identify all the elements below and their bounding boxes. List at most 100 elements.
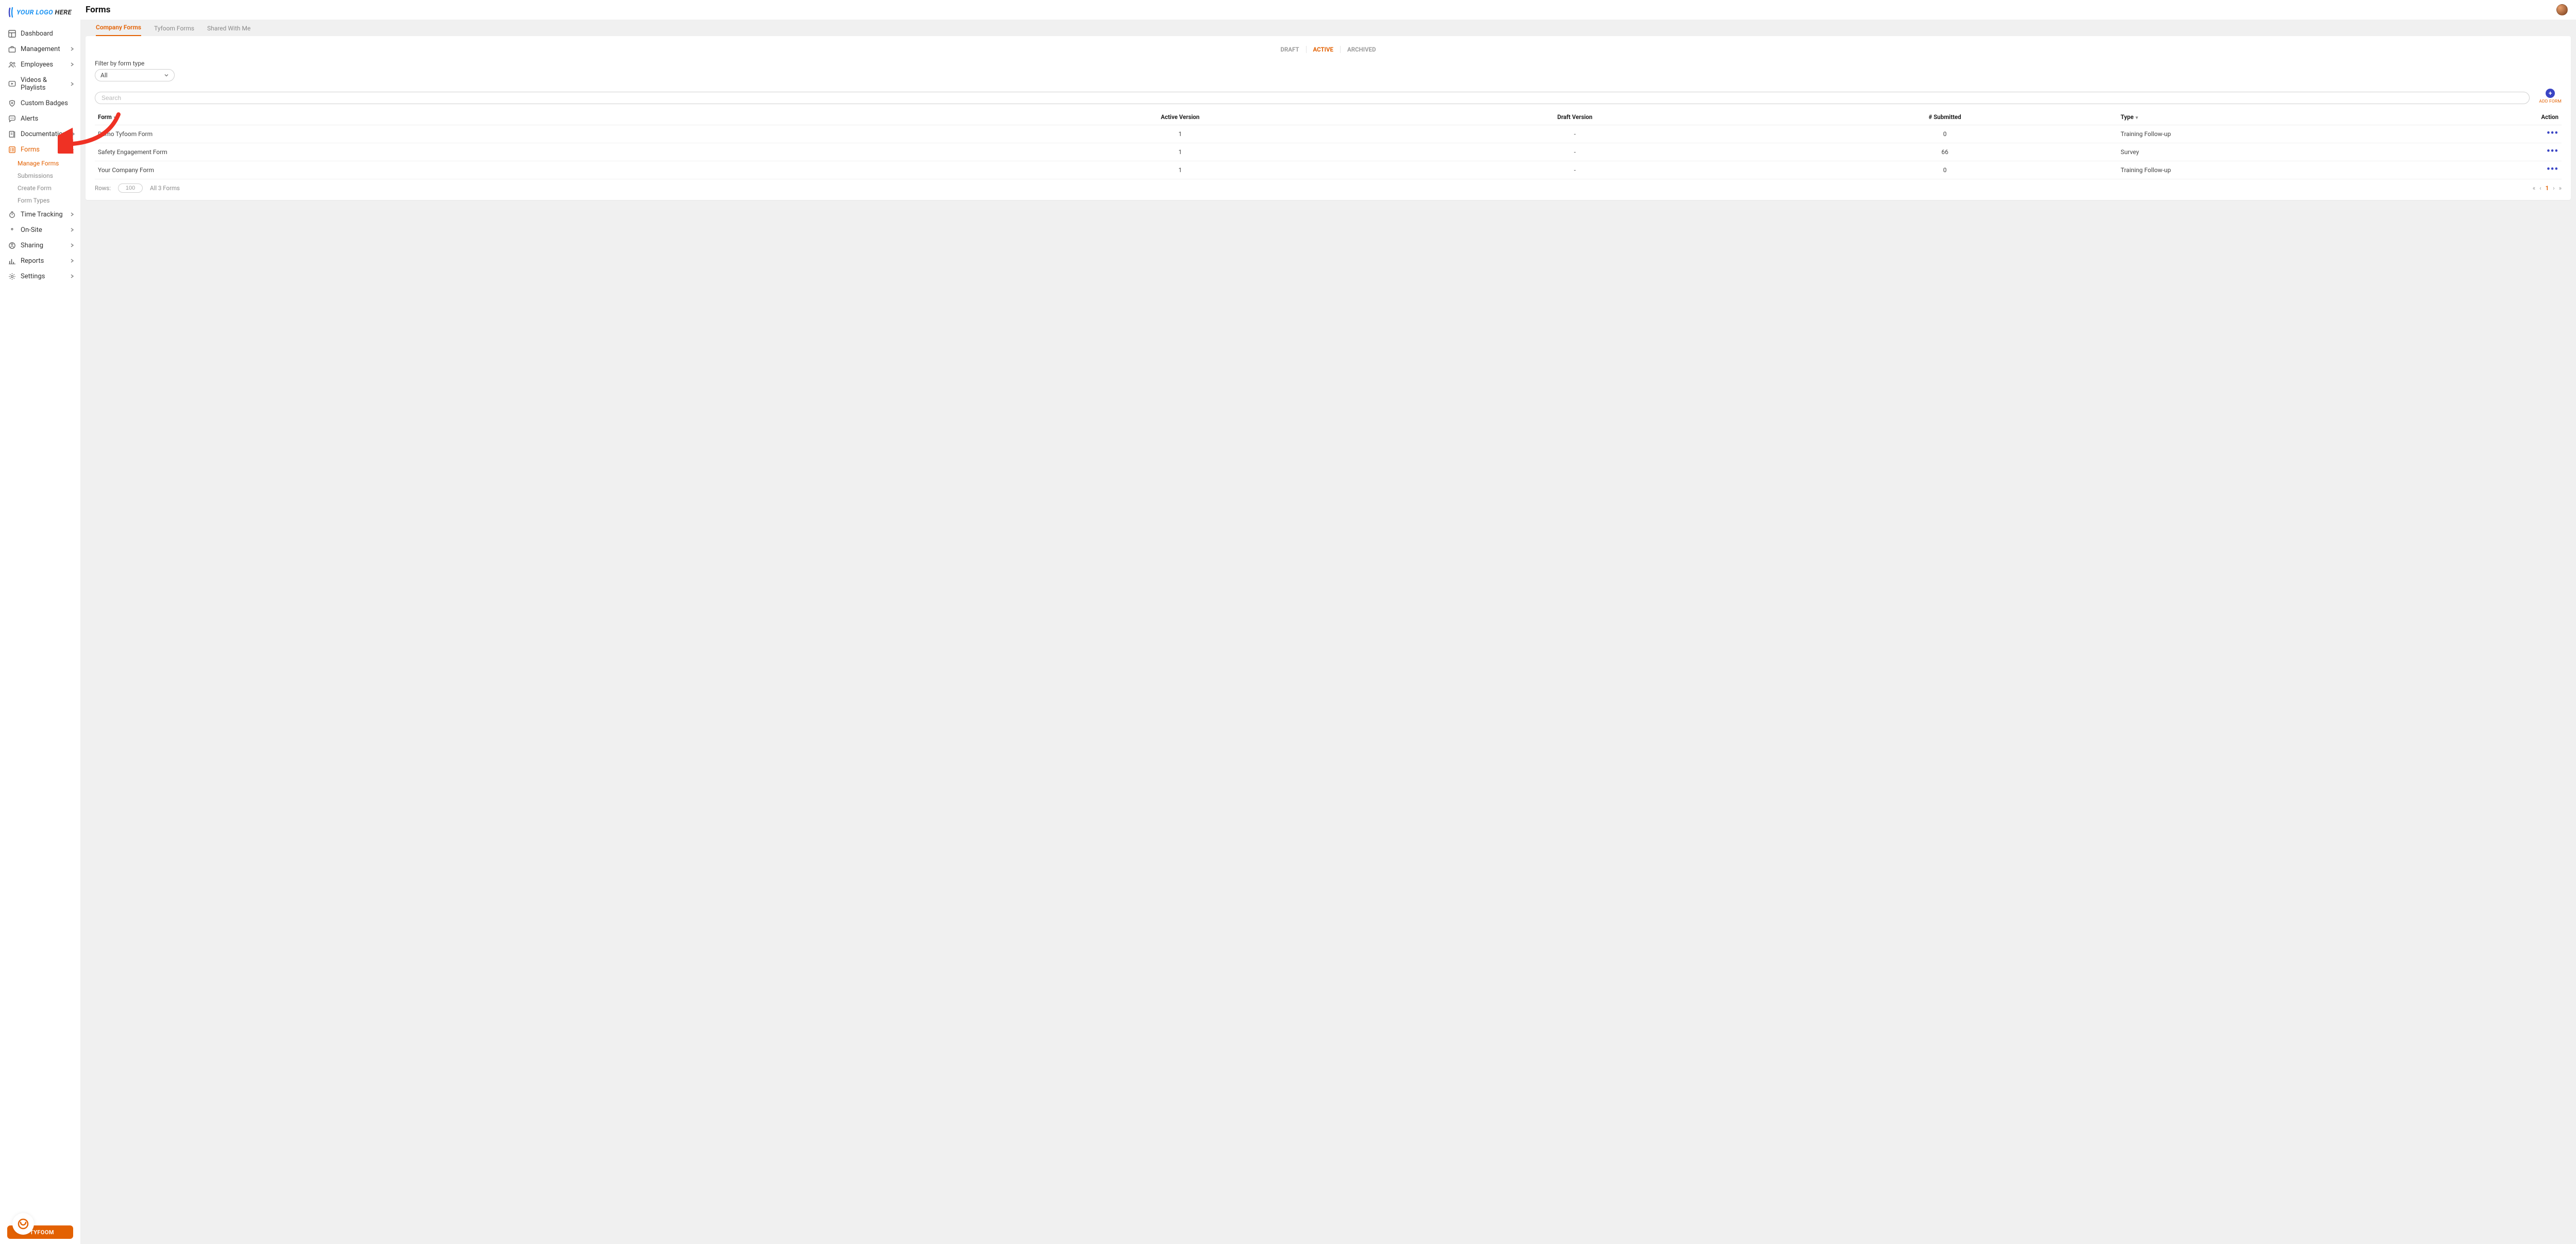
sidebar-nav: Dashboard Management Employees Videos & … — [0, 25, 80, 284]
logo-text-dark: HERE — [53, 9, 72, 16]
sort-icon: ▾ — [2133, 115, 2138, 121]
sidebar-item-badges[interactable]: Custom Badges — [0, 95, 80, 111]
avatar[interactable] — [2556, 4, 2568, 15]
filter-selected-value: All — [100, 72, 108, 79]
rows-label: Rows: — [95, 184, 111, 192]
share-icon — [8, 242, 16, 249]
sidebar-item-time-tracking[interactable]: Time Tracking — [0, 207, 80, 222]
chevron-right-icon — [70, 62, 74, 66]
pager-prev-icon[interactable]: ‹ — [2539, 184, 2541, 192]
sidebar-item-label: Time Tracking — [21, 211, 63, 218]
cell-type: Training Follow-up — [2117, 161, 2463, 179]
col-submitted[interactable]: # Submitted — [1772, 109, 2117, 125]
sidebar-item-label: Videos & Playlists — [21, 76, 65, 92]
sidebar-sub-manage-forms[interactable]: Manage Forms — [0, 157, 80, 170]
row-actions-button[interactable]: ••• — [2547, 164, 2558, 175]
content-tabs: Company Forms Tyfoom Forms Shared With M… — [86, 20, 2571, 36]
filter-label: Filter by form type — [95, 60, 2562, 67]
briefcase-icon — [8, 45, 16, 53]
sidebar-sub-create-form[interactable]: Create Form — [0, 182, 80, 194]
chat-icon — [8, 115, 16, 123]
sidebar-item-label: Reports — [21, 257, 44, 265]
row-actions-button[interactable]: ••• — [2547, 128, 2558, 139]
col-draft-version[interactable]: Draft Version — [1378, 109, 1772, 125]
chevron-right-icon — [71, 132, 75, 136]
play-icon — [8, 80, 16, 88]
col-action: Action — [2463, 109, 2562, 125]
pager-first-icon[interactable]: « — [2533, 184, 2535, 192]
sidebar-item-label: Sharing — [21, 242, 43, 249]
chevron-down-icon — [164, 73, 169, 78]
add-form-button[interactable]: + ADD FORM — [2539, 89, 2562, 104]
status-tab-active[interactable]: ACTIVE — [1306, 46, 1340, 53]
table-row[interactable]: Safety Engagement Form1-66Survey••• — [95, 143, 2562, 161]
tab-shared-with-me[interactable]: Shared With Me — [207, 25, 250, 36]
sidebar-item-forms[interactable]: Forms — [0, 142, 80, 157]
sidebar-item-reports[interactable]: Reports — [0, 253, 80, 268]
cell-form: Your Company Form — [95, 161, 983, 179]
chart-icon — [8, 257, 16, 265]
chevron-right-icon — [70, 212, 74, 216]
col-type[interactable]: Type▾ — [2117, 109, 2463, 125]
sidebar: YOUR LOGO HERE Dashboard Management Empl… — [0, 0, 80, 1244]
chevron-right-icon — [70, 228, 74, 232]
sidebar-item-label: Management — [21, 45, 60, 53]
status-tab-draft[interactable]: DRAFT — [1274, 46, 1306, 53]
brand-logo-icon — [12, 1213, 34, 1235]
sidebar-item-documentation[interactable]: Documentation — [0, 126, 80, 142]
cell-active-version: 1 — [983, 161, 1378, 179]
chevron-right-icon — [70, 82, 74, 86]
search-input[interactable] — [95, 92, 2530, 104]
status-tabs: DRAFT ACTIVE ARCHIVED — [95, 44, 2562, 55]
sidebar-item-label: Forms — [21, 146, 40, 154]
cell-active-version: 1 — [983, 143, 1378, 161]
main: Forms Company Forms Tyfoom Forms Shared … — [80, 0, 2576, 1244]
chevron-right-icon — [70, 259, 74, 263]
sort-icon: ▾ — [112, 115, 116, 121]
col-form[interactable]: Form▾ — [95, 109, 983, 125]
page-title: Forms — [86, 5, 110, 15]
sidebar-item-label: On-Site — [21, 226, 42, 234]
sidebar-sub-submissions[interactable]: Submissions — [0, 170, 80, 182]
row-count-text: All 3 Forms — [150, 184, 180, 192]
row-actions-button[interactable]: ••• — [2547, 146, 2558, 157]
sidebar-item-label: Settings — [21, 273, 45, 280]
logo-icon — [8, 7, 14, 18]
rows-per-page-select[interactable] — [118, 183, 143, 193]
cell-submitted: 66 — [1772, 143, 2117, 161]
logo-text-blue: YOUR LOGO — [16, 9, 53, 16]
filter-form-type-select[interactable]: All — [95, 69, 175, 81]
form-icon — [8, 146, 16, 154]
sidebar-item-management[interactable]: Management — [0, 41, 80, 57]
sidebar-item-employees[interactable]: Employees — [0, 57, 80, 72]
tab-tyfoom-forms[interactable]: Tyfoom Forms — [154, 25, 194, 36]
cell-draft-version: - — [1378, 161, 1772, 179]
pager-next-icon[interactable]: › — [2553, 184, 2554, 192]
sidebar-item-settings[interactable]: Settings — [0, 268, 80, 284]
chevron-right-icon — [70, 47, 74, 51]
brand-label: TYFOOM — [30, 1229, 54, 1236]
sidebar-item-videos[interactable]: Videos & Playlists — [0, 72, 80, 95]
shield-icon — [8, 99, 16, 107]
cell-draft-version: - — [1378, 143, 1772, 161]
sidebar-sub-form-types[interactable]: Form Types — [0, 194, 80, 207]
table-row[interactable]: Demo Tyfoom Form1-0Training Follow-up••• — [95, 125, 2562, 143]
dashboard-icon — [8, 30, 16, 38]
tab-company-forms[interactable]: Company Forms — [96, 24, 141, 36]
users-icon — [8, 61, 16, 69]
sidebar-item-dashboard[interactable]: Dashboard — [0, 26, 80, 41]
sidebar-item-alerts[interactable]: Alerts — [0, 111, 80, 126]
sidebar-item-sharing[interactable]: Sharing — [0, 238, 80, 253]
status-tab-archived[interactable]: ARCHIVED — [1340, 46, 1383, 53]
sidebar-item-onsite[interactable]: On-Site — [0, 222, 80, 238]
table-row[interactable]: Your Company Form1-0Training Follow-up••… — [95, 161, 2562, 179]
table-footer: Rows: All 3 Forms « ‹ 1 › » — [95, 183, 2562, 193]
cell-form: Demo Tyfoom Form — [95, 125, 983, 143]
sidebar-item-label: Alerts — [21, 115, 38, 123]
doc-icon — [8, 130, 16, 138]
logo: YOUR LOGO HERE — [0, 0, 80, 25]
pager-last-icon[interactable]: » — [2559, 184, 2562, 192]
chevron-right-icon — [70, 147, 74, 152]
col-active-version[interactable]: Active Version — [983, 109, 1378, 125]
pager-current-page: 1 — [2546, 184, 2549, 192]
